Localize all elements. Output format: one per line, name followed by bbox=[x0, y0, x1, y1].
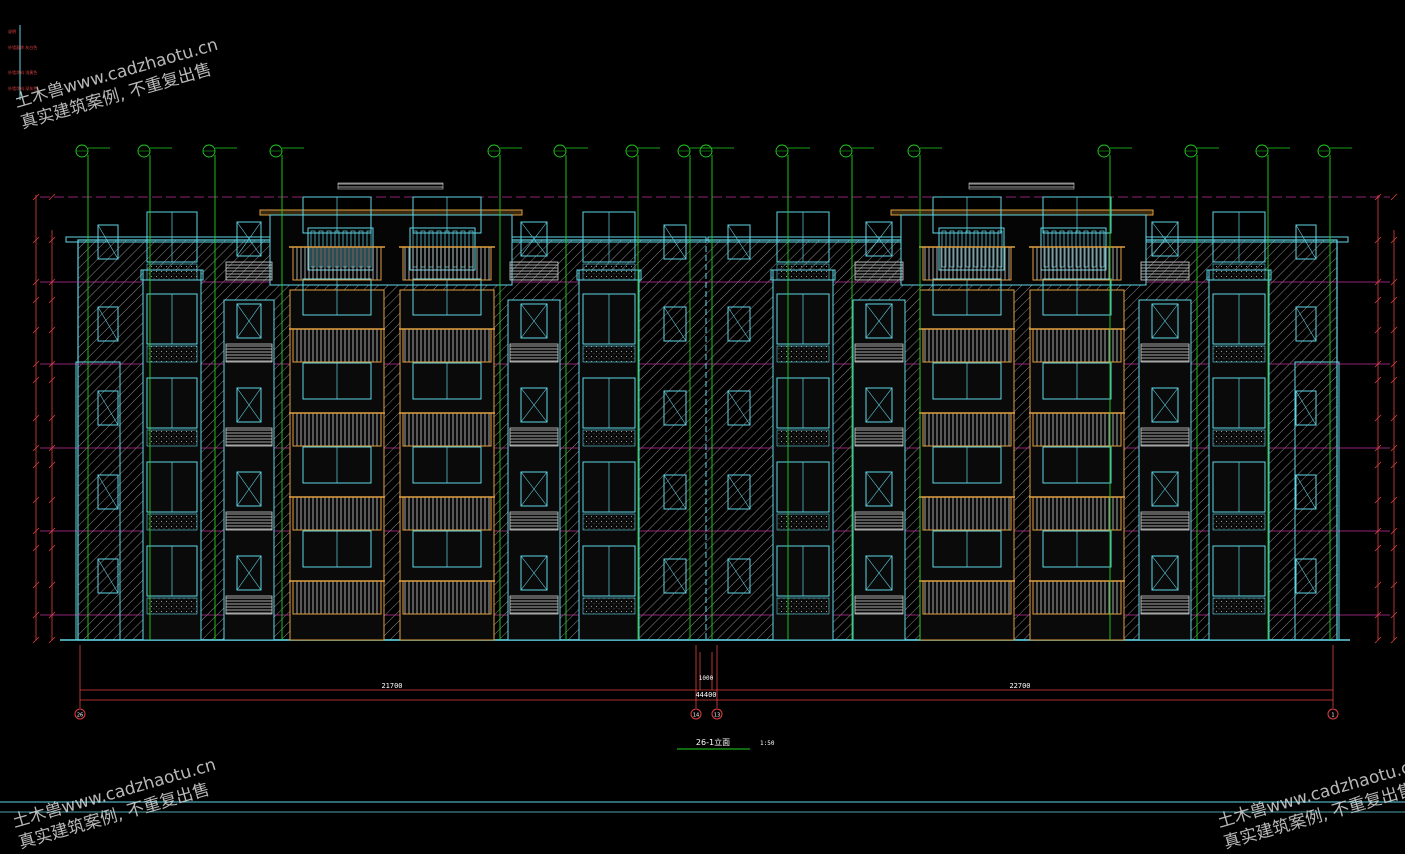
center-gap-dimension: 1000 bbox=[699, 675, 714, 682]
window-spandrel bbox=[1212, 513, 1266, 531]
facade-bay-window bbox=[1206, 211, 1272, 641]
window-spandrel bbox=[1212, 263, 1266, 281]
ac-louver bbox=[1140, 343, 1190, 363]
balcony-railing bbox=[402, 246, 492, 281]
window-spandrel bbox=[146, 345, 198, 363]
axis-bubble-left: 26 bbox=[74, 708, 86, 720]
window-spandrel bbox=[582, 429, 636, 447]
ac-louver bbox=[1140, 427, 1190, 447]
axis-bubble-center-b: 13 bbox=[711, 708, 723, 720]
balcony-railing bbox=[1032, 496, 1122, 531]
facade-bay-window bbox=[576, 211, 642, 641]
balcony-railing bbox=[922, 328, 1012, 363]
axis-label-center-a: 14 bbox=[693, 713, 699, 719]
tower-cap bbox=[259, 209, 523, 216]
ac-louver bbox=[854, 511, 904, 531]
axis-bubble-center-a: 14 bbox=[690, 708, 702, 720]
window-spandrel bbox=[1212, 345, 1266, 363]
balcony-railing bbox=[1032, 412, 1122, 447]
balcony-railing bbox=[292, 246, 382, 281]
window-spandrel bbox=[776, 345, 830, 363]
drawing-title-block: 26-1立面 1:50 bbox=[677, 737, 775, 750]
drawing-title: 26-1立面 bbox=[696, 737, 730, 747]
balcony-railing bbox=[922, 580, 1012, 615]
window-spandrel bbox=[582, 597, 636, 615]
ac-louver bbox=[854, 343, 904, 363]
window-spandrel bbox=[776, 263, 830, 281]
ac-louver bbox=[225, 427, 273, 447]
ac-louver bbox=[225, 595, 273, 615]
balcony-railing bbox=[922, 496, 1012, 531]
ac-louver bbox=[1140, 511, 1190, 531]
balcony-railing bbox=[402, 328, 492, 363]
window-spandrel bbox=[776, 429, 830, 447]
drawing-scale: 1:50 bbox=[760, 740, 775, 747]
window-spandrel bbox=[776, 597, 830, 615]
ac-louver bbox=[225, 343, 273, 363]
window-spandrel bbox=[146, 513, 198, 531]
balcony-railing bbox=[922, 412, 1012, 447]
balcony-railing bbox=[292, 580, 382, 615]
legend-line-3: 外墙涂料 浅黄色 bbox=[8, 69, 37, 75]
right-half-dimension: 22700 bbox=[1009, 682, 1030, 690]
roof-railing bbox=[337, 182, 444, 190]
balcony-railing bbox=[1032, 580, 1122, 615]
left-half-dimension: 21700 bbox=[381, 682, 402, 690]
ac-louver bbox=[854, 427, 904, 447]
overall-dimension: 44400 bbox=[695, 691, 716, 699]
balcony-railing bbox=[292, 328, 382, 363]
facade-bay-balcony bbox=[399, 196, 495, 641]
balcony-railing bbox=[922, 246, 1012, 281]
balcony-railing bbox=[292, 496, 382, 531]
window-spandrel bbox=[146, 597, 198, 615]
tower-cap bbox=[890, 209, 1154, 216]
window-spandrel bbox=[582, 513, 636, 531]
facade-bay-window bbox=[770, 211, 836, 641]
window-spandrel bbox=[146, 429, 198, 447]
window-spandrel bbox=[146, 263, 198, 281]
ac-louver bbox=[509, 261, 559, 281]
window-spandrel bbox=[1212, 597, 1266, 615]
balcony-railing bbox=[402, 412, 492, 447]
ac-louver bbox=[509, 595, 559, 615]
cad-elevation-drawing: 21700 22700 44400 1000 26 14 13 1 26-1立面… bbox=[0, 25, 1405, 813]
ac-louver bbox=[1140, 595, 1190, 615]
axis-label-left: 26 bbox=[77, 713, 83, 719]
balcony-railing bbox=[402, 496, 492, 531]
ac-louver bbox=[1140, 261, 1190, 281]
ac-louver bbox=[509, 343, 559, 363]
window-spandrel bbox=[582, 263, 636, 281]
balcony-railing bbox=[1032, 246, 1122, 281]
ac-louver bbox=[854, 261, 904, 281]
legend-line-2: 外墙面砖 灰白色 bbox=[8, 44, 37, 50]
axis-label-right: 1 bbox=[1331, 713, 1334, 719]
ac-louver bbox=[225, 261, 273, 281]
legend-line-1: 说明 bbox=[8, 28, 16, 34]
ac-louver bbox=[854, 595, 904, 615]
window-spandrel bbox=[1212, 429, 1266, 447]
ac-louver bbox=[509, 511, 559, 531]
ac-louver bbox=[509, 427, 559, 447]
balcony-railing bbox=[292, 412, 382, 447]
ac-louver bbox=[225, 511, 273, 531]
roof-railing bbox=[968, 182, 1075, 190]
facade-bay-balcony bbox=[919, 196, 1015, 641]
window-spandrel bbox=[582, 345, 636, 363]
facade-bay-balcony bbox=[289, 196, 385, 641]
window-spandrel bbox=[776, 513, 830, 531]
facade-bay-balcony bbox=[1029, 196, 1125, 641]
dimension-tick bbox=[1390, 193, 1398, 201]
axis-bubble-right: 1 bbox=[1327, 708, 1339, 720]
balcony-railing bbox=[1032, 328, 1122, 363]
balcony-railing bbox=[402, 580, 492, 615]
axis-label-center-b: 13 bbox=[714, 713, 720, 719]
